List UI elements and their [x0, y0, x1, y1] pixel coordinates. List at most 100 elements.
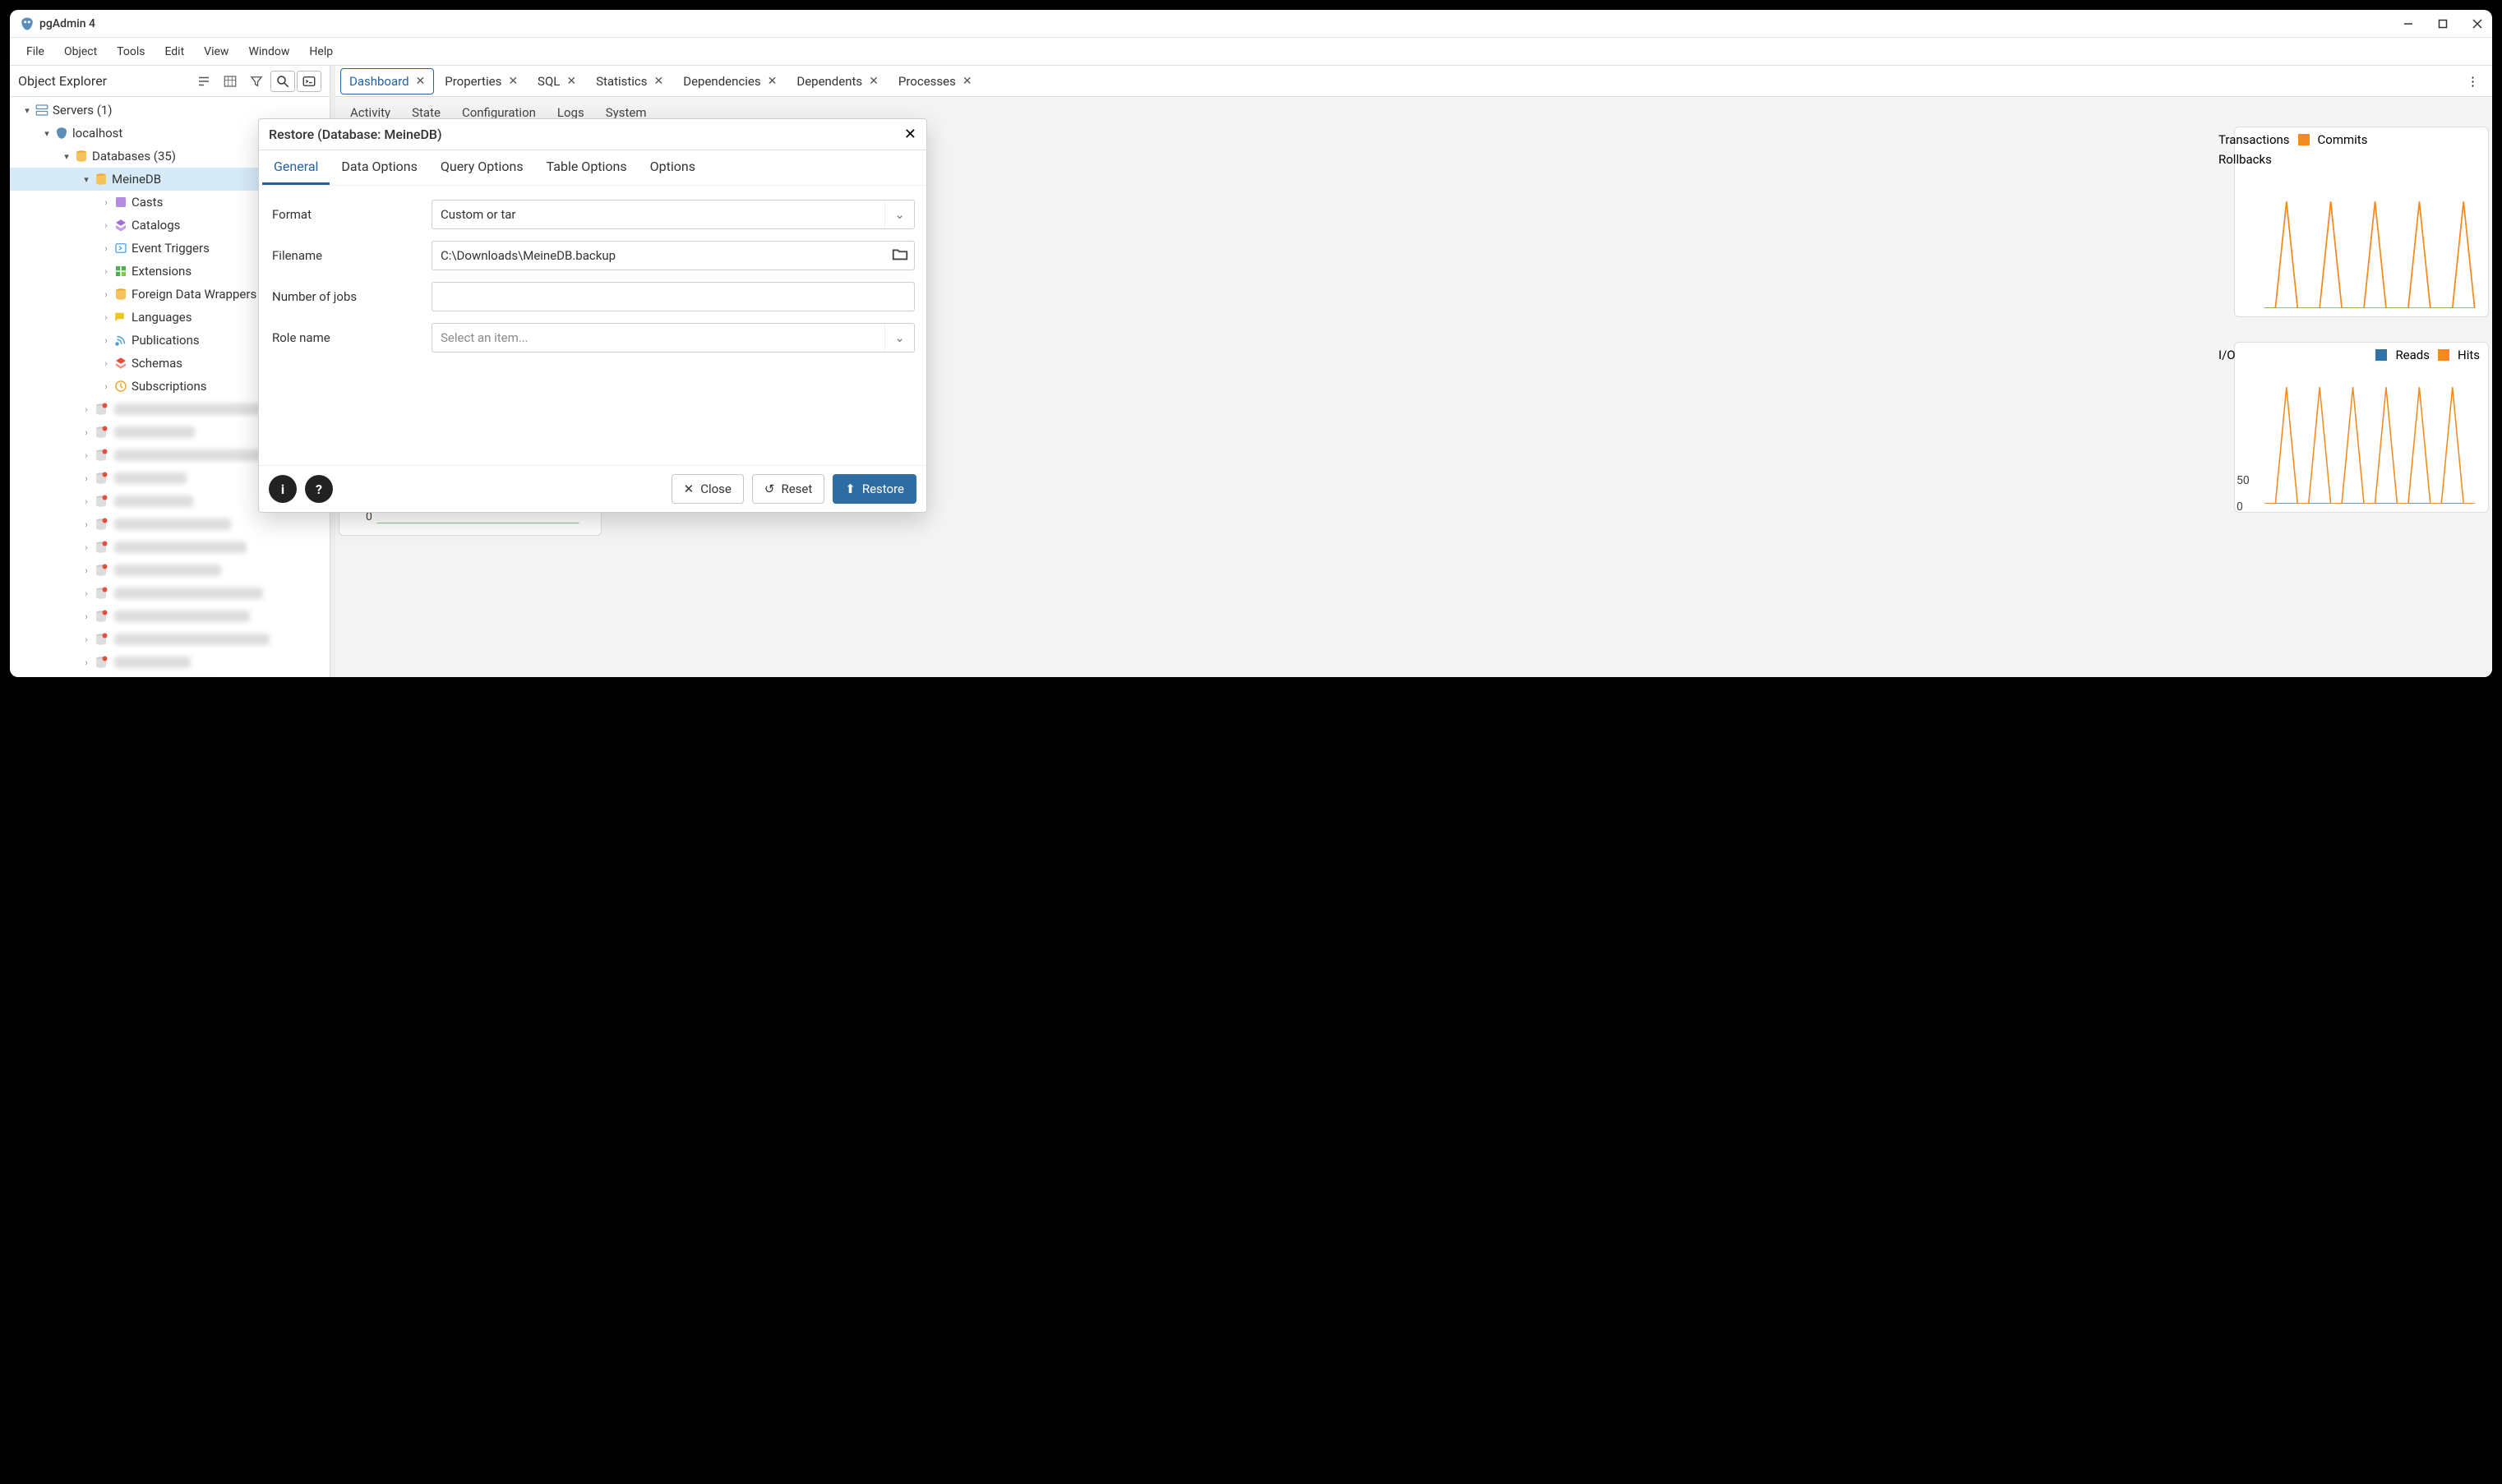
select-placeholder: Select an item...	[441, 330, 529, 345]
database-disconnected-icon	[94, 471, 108, 486]
database-disconnected-icon	[94, 494, 108, 509]
field-jobs: Number of jobs	[270, 276, 915, 317]
tab-statistics[interactable]: Statistics✕	[587, 68, 672, 94]
dialog-tab-data-options[interactable]: Data Options	[330, 150, 428, 185]
chart-tx	[2235, 172, 2488, 316]
tab-dependencies[interactable]: Dependencies✕	[674, 68, 786, 94]
database-disconnected-icon	[94, 402, 108, 417]
menubar: FileObjectToolsEditViewWindowHelp	[10, 38, 2492, 66]
tree-item-other-db[interactable]: ›	[10, 651, 330, 674]
app-icon	[20, 16, 35, 31]
server-group-icon	[35, 103, 49, 118]
close-icon[interactable]: ✕	[768, 75, 778, 88]
legend-chip-icon	[2315, 349, 2326, 361]
tab-processes[interactable]: Processes✕	[889, 68, 981, 94]
role-select[interactable]: Select an item... ⌄	[432, 323, 915, 353]
extensions-icon	[113, 264, 128, 279]
menu-window[interactable]: Window	[240, 42, 298, 62]
minimize-button[interactable]	[2403, 19, 2413, 29]
reset-button[interactable]: ↺Reset	[752, 474, 824, 504]
menu-object[interactable]: Object	[56, 42, 105, 62]
menu-edit[interactable]: Edit	[156, 42, 192, 62]
schemas-icon	[113, 356, 128, 371]
field-role: Role name Select an item...⌄	[270, 317, 915, 358]
close-window-button[interactable]	[2472, 19, 2482, 29]
close-icon[interactable]: ✕	[566, 75, 576, 88]
close-icon[interactable]: ✕	[508, 75, 518, 88]
tree-item-other-db[interactable]: ›	[10, 582, 330, 605]
query-tool-icon[interactable]	[192, 71, 216, 92]
menu-help[interactable]: Help	[301, 42, 341, 62]
close-icon[interactable]: ✕	[416, 75, 426, 88]
tree-item-other-db[interactable]: ›	[10, 536, 330, 559]
upload-icon: ⬆	[845, 482, 856, 496]
app-window: pgAdmin 4 FileObjectToolsEditViewWindowH…	[10, 10, 2492, 677]
search-icon[interactable]	[270, 71, 295, 92]
tab-dependents[interactable]: Dependents✕	[787, 68, 888, 94]
tabs-row: Dashboard✕Properties✕SQL✕Statistics✕Depe…	[335, 66, 2492, 97]
tree-item-other-db[interactable]: ›	[10, 605, 330, 628]
field-filename: Filename C:\Downloads\MeineDB.backup	[270, 235, 915, 276]
axis-tick: 50	[2237, 474, 2250, 487]
legend-label: Commits	[2318, 132, 2368, 147]
dialog-body: Format Custom or tar⌄ Filename C:\Downlo…	[259, 186, 926, 465]
io-panel: I/O Reads Hits 50 0	[2234, 342, 2489, 513]
chart-legend-tx: Transactions Commits	[2235, 127, 2488, 152]
format-select[interactable]: Custom or tar⌄	[432, 200, 915, 229]
close-icon[interactable]: ✕	[962, 75, 972, 88]
filter-icon[interactable]	[244, 71, 269, 92]
chevron-down-icon: ⌄	[884, 324, 914, 352]
transactions-panel: Transactions Commits Rollbacks	[2234, 127, 2489, 317]
view-data-icon[interactable]	[218, 71, 242, 92]
object-explorer-header: Object Explorer	[10, 66, 330, 97]
subscriptions-icon	[113, 379, 128, 394]
info-icon[interactable]: i	[269, 475, 297, 503]
legend-label: Reads	[2395, 348, 2430, 362]
tab-properties[interactable]: Properties✕	[436, 68, 527, 94]
dialog-titlebar: Restore (Database: MeineDB) ✕	[259, 119, 926, 150]
legend-label: Transactions	[2218, 132, 2290, 147]
maximize-button[interactable]	[2438, 19, 2448, 29]
dialog-tab-query-options[interactable]: Query Options	[429, 150, 535, 185]
field-format: Format Custom or tar⌄	[270, 194, 915, 235]
menu-view[interactable]: View	[196, 42, 237, 62]
dialog-tab-general[interactable]: General	[262, 150, 330, 185]
database-disconnected-icon	[94, 517, 108, 532]
tab-dashboard[interactable]: Dashboard✕	[340, 68, 434, 94]
io-legend: I/O Reads Hits	[2235, 343, 2488, 367]
close-icon[interactable]: ✕	[904, 126, 916, 143]
psql-tool-icon[interactable]	[297, 71, 321, 92]
close-icon[interactable]: ✕	[869, 75, 879, 88]
tree-item-other-db[interactable]: ›	[10, 628, 330, 651]
tab-sql[interactable]: SQL✕	[529, 68, 585, 94]
legend-chip-icon	[2298, 134, 2310, 145]
filename-input[interactable]: C:\Downloads\MeineDB.backup	[432, 241, 915, 270]
help-icon[interactable]: ?	[305, 475, 333, 503]
dialog-tabs: GeneralData OptionsQuery OptionsTable Op…	[259, 150, 926, 186]
fdw-icon	[113, 287, 128, 302]
casts-icon	[113, 195, 128, 210]
menu-file[interactable]: File	[18, 42, 53, 62]
publications-icon	[113, 333, 128, 348]
tree-item-other-db[interactable]: ›	[10, 559, 330, 582]
dialog-tab-options[interactable]: Options	[639, 150, 707, 185]
menu-tools[interactable]: Tools	[108, 42, 153, 62]
languages-icon	[113, 310, 128, 325]
database-icon	[94, 172, 108, 187]
close-button[interactable]: ✕Close	[672, 474, 744, 504]
elephant-icon	[54, 126, 69, 141]
dialog-tab-table-options[interactable]: Table Options	[535, 150, 639, 185]
dialog-footer: i ? ✕Close ↺Reset ⬆Restore	[259, 465, 926, 512]
kebab-icon[interactable]: ⋮	[2458, 71, 2487, 92]
folder-icon[interactable]	[891, 245, 909, 266]
field-label: Number of jobs	[270, 289, 432, 304]
tree-item-other-db[interactable]: ›	[10, 674, 330, 677]
jobs-input[interactable]	[432, 282, 915, 311]
restore-button[interactable]: ⬆Restore	[833, 474, 916, 504]
tree-item-other-db[interactable]: ›	[10, 513, 330, 536]
legend-label: Rollbacks	[2218, 152, 2272, 167]
close-icon[interactable]: ✕	[654, 75, 664, 88]
database-disconnected-icon	[94, 586, 108, 601]
legend-chip-icon	[2375, 349, 2387, 361]
legend-label: Hits	[2458, 348, 2480, 362]
